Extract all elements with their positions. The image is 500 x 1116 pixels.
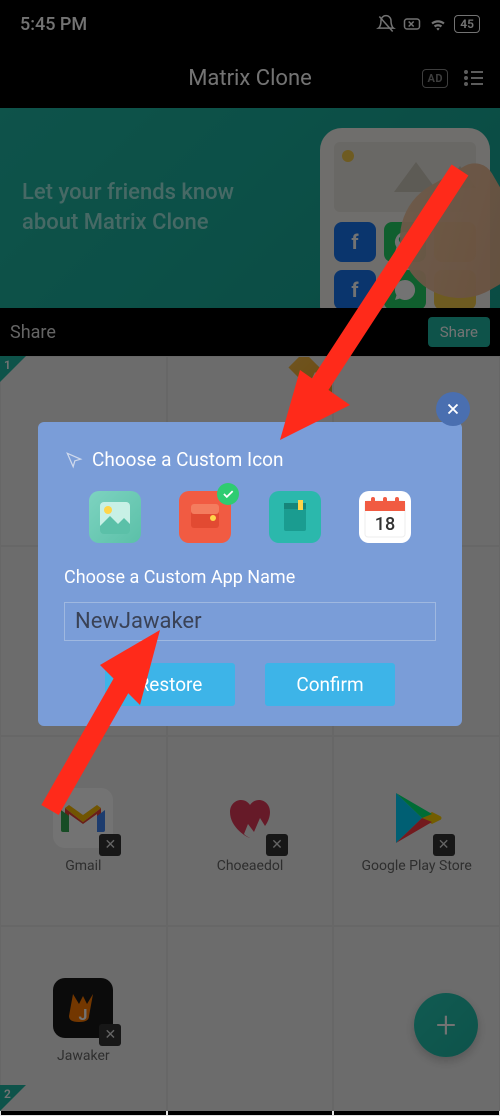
confirm-button[interactable]: Confirm xyxy=(265,663,395,706)
calendar-day: 18 xyxy=(375,514,395,535)
gallery-icon xyxy=(98,500,132,534)
cursor-icon xyxy=(64,450,84,470)
selected-check-icon xyxy=(217,483,239,505)
icon-option-notebook[interactable] xyxy=(269,491,321,543)
icon-option-gallery[interactable] xyxy=(89,491,141,543)
wallet-icon xyxy=(188,500,222,534)
icon-option-wallet[interactable] xyxy=(179,491,231,543)
notebook-icon xyxy=(278,500,312,534)
modal-subtitle: Choose a Custom App Name xyxy=(64,567,436,588)
annotation-arrow-top xyxy=(250,150,480,450)
icon-options-row: 18 xyxy=(64,491,436,543)
icon-option-calendar[interactable]: 18 xyxy=(359,491,411,543)
annotation-arrow-bottom xyxy=(20,610,180,830)
modal-title: Choose a Custom Icon xyxy=(64,448,436,471)
